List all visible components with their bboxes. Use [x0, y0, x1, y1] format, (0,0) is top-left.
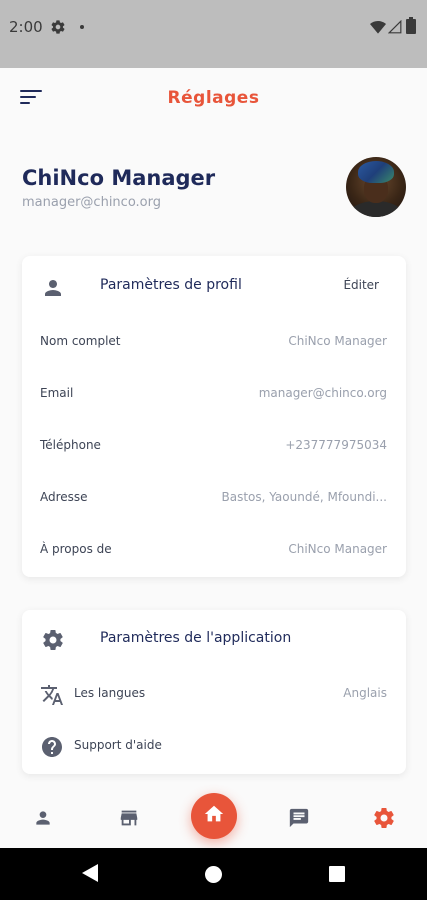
profile-row-address[interactable]: Adresse Bastos, Yaoundé, Mfoundi...: [22, 412, 406, 504]
profile-row-phone[interactable]: Téléphone +237777975034: [22, 360, 406, 452]
help-icon: [40, 735, 64, 763]
store-icon: [118, 807, 140, 833]
help-support-row[interactable]: Support d'aide: [22, 721, 406, 773]
language-label: Les langues: [74, 686, 146, 700]
status-bar: 2:00: [0, 0, 427, 68]
home-icon: [203, 803, 225, 829]
nav-profile-button[interactable]: [29, 806, 57, 834]
signal-icon: [387, 19, 402, 38]
page-title: Réglages: [167, 88, 260, 108]
language-value: Anglais: [343, 686, 387, 700]
nav-store-button[interactable]: [115, 806, 143, 834]
nav-settings-button[interactable]: [370, 806, 398, 834]
nav-chat-button[interactable]: [285, 806, 313, 834]
notification-dot-icon: [80, 25, 84, 29]
profile-row-email[interactable]: Email manager@chinco.org: [22, 308, 406, 400]
settings-status-icon: [50, 19, 66, 39]
profile-row-full-name[interactable]: Nom complet ChiNco Manager: [22, 256, 406, 348]
bottom-nav: [0, 790, 427, 848]
battery-icon: [406, 17, 416, 38]
back-icon[interactable]: [82, 864, 98, 886]
nav-home-button[interactable]: [191, 793, 237, 839]
app-settings-card: Paramètres de l'application Les langues …: [22, 610, 406, 774]
avatar[interactable]: [346, 157, 406, 217]
help-support-label: Support d'aide: [74, 738, 162, 752]
profile-settings-card: Paramètres de profil Éditer Nom complet …: [22, 256, 406, 577]
settings-icon: [372, 806, 396, 834]
profile-name: ChiNco Manager: [22, 166, 216, 190]
app-settings-title: Paramètres de l'application: [100, 630, 292, 646]
profile-email: manager@chinco.org: [22, 195, 161, 210]
gear-icon: [41, 628, 65, 656]
row-value: ChiNco Manager: [288, 542, 387, 556]
recent-apps-icon[interactable]: [329, 866, 345, 882]
language-row[interactable]: Les langues Anglais: [22, 669, 406, 721]
row-label: À propos de: [40, 542, 112, 556]
home-circle-icon[interactable]: [205, 866, 222, 883]
system-nav-bar: [0, 848, 427, 900]
profile-row-about[interactable]: À propos de ChiNco Manager: [22, 464, 406, 556]
app-header: Réglages: [0, 68, 427, 128]
chat-icon: [288, 807, 310, 833]
translate-icon: [40, 683, 64, 711]
wifi-icon: [370, 19, 386, 38]
status-time: 2:00: [9, 18, 43, 36]
person-icon: [33, 808, 53, 832]
